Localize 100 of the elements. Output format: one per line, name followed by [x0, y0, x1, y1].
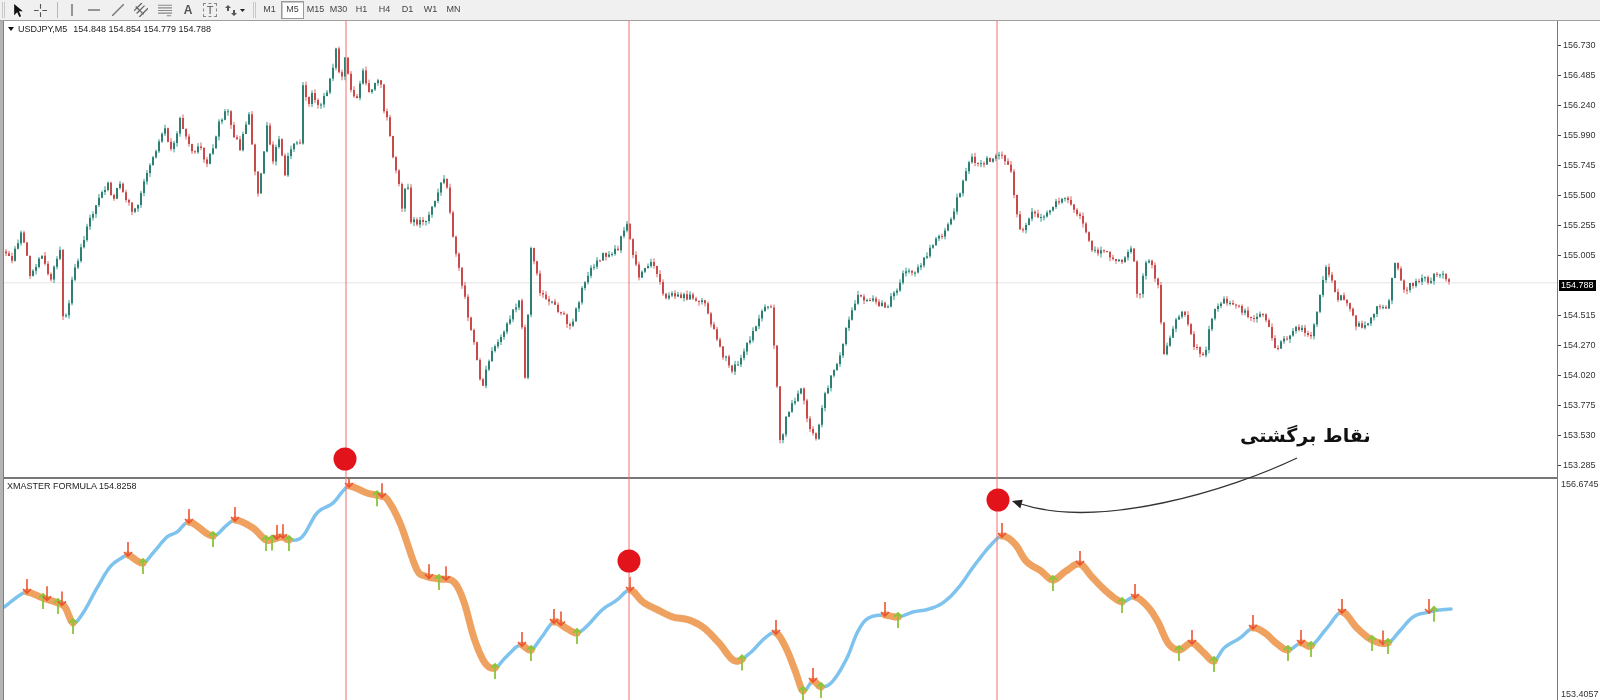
down-arrow-icon	[344, 479, 354, 489]
timeframe-tab[interactable]: D1	[396, 1, 419, 19]
down-arrow-icon	[1296, 629, 1306, 646]
price-label: 154.270	[1563, 339, 1596, 351]
down-arrow-icon	[230, 506, 240, 523]
up-arrow-icon	[434, 573, 444, 591]
stacked-lines-icon	[158, 3, 172, 17]
up-arrow-icon	[38, 592, 48, 610]
timeframe-tab[interactable]: H1	[350, 1, 373, 19]
down-arrow-icon	[441, 565, 451, 582]
axis-tick	[1558, 254, 1561, 256]
axis-tick	[1558, 104, 1561, 106]
down-arrow-icon	[278, 523, 288, 540]
timeframe-tab[interactable]: W1	[419, 1, 442, 19]
cursor-icon	[13, 3, 23, 17]
up-arrow-icon	[1117, 596, 1127, 614]
timeframe-tab[interactable]: MN	[442, 1, 465, 19]
down-arrow-icon	[377, 482, 387, 499]
diagonal-line-icon	[112, 4, 124, 16]
current-price-label: 154.788	[1559, 279, 1596, 291]
down-arrow-icon	[771, 619, 781, 636]
up-arrow-icon	[261, 534, 271, 552]
down-arrow-icon	[880, 601, 890, 618]
annotation-label: نقاط برگشتی	[1240, 423, 1371, 448]
indicator-scale-label: 153.4057	[1561, 689, 1600, 700]
timeframe-tab[interactable]: M5	[281, 1, 304, 19]
price-label: 155.745	[1563, 159, 1596, 171]
up-arrow-icon	[372, 489, 382, 508]
up-arrow-icon	[1383, 637, 1393, 655]
dot-marker-icon	[617, 549, 641, 573]
timeframe-tab[interactable]: M15	[304, 1, 327, 19]
down-arrow-icon	[1248, 614, 1258, 631]
down-arrow-icon	[556, 610, 566, 627]
down-arrow-icon	[1130, 583, 1140, 600]
price-label: 153.530	[1563, 429, 1596, 441]
up-arrow-icon	[893, 611, 903, 629]
downtrend-segment	[881, 611, 902, 621]
up-arrow-icon	[53, 597, 63, 615]
axis-tick	[1558, 224, 1561, 226]
down-arrow-icon	[997, 522, 1007, 539]
down-arrow-icon	[549, 608, 559, 625]
up-arrow-icon	[208, 530, 218, 548]
downtrend-segment	[772, 629, 807, 695]
price-label: 156.730	[1563, 39, 1596, 51]
axis-tick	[1558, 194, 1561, 196]
symbol-title: USDJPY,M5	[18, 23, 68, 35]
price-label: 155.255	[1563, 219, 1596, 231]
price-label: 154.020	[1563, 369, 1596, 381]
axis-tick	[1558, 404, 1561, 406]
down-arrow-icon	[272, 524, 282, 541]
down-arrow-icon	[1378, 629, 1388, 646]
up-arrow-icon	[1367, 634, 1377, 652]
crosshair-icon	[33, 3, 47, 17]
up-arrow-icon	[267, 534, 277, 552]
up-arrow-icon	[284, 534, 294, 552]
axis-tick	[1558, 74, 1561, 76]
dot-marker-icon	[986, 488, 1010, 512]
downtrend-segment	[231, 516, 293, 544]
label-tool-button[interactable]: T	[203, 3, 217, 17]
downtrend-segment	[124, 551, 147, 567]
timeframe-tab[interactable]: H4	[373, 1, 396, 19]
downtrend-segment	[23, 588, 77, 627]
indicator-scale-label: 156.6745	[1561, 479, 1600, 490]
up-arrow-icon	[68, 617, 78, 635]
down-arrow-icon	[123, 541, 133, 558]
down-arrow-icon	[517, 631, 527, 648]
price-label: 154.515	[1563, 309, 1596, 321]
downtrend-segment	[518, 641, 535, 654]
down-arrow-icon	[42, 585, 52, 602]
down-arrow-icon	[625, 576, 635, 593]
axis-tick	[1558, 44, 1561, 46]
axis-tick	[1558, 374, 1561, 376]
downtrend-segment	[1249, 624, 1292, 654]
up-arrow-icon	[737, 654, 747, 672]
up-arrow-icon	[1283, 644, 1293, 662]
price-label: 153.285	[1563, 459, 1596, 471]
caret-icon[interactable]	[8, 27, 14, 31]
down-arrow-icon	[1424, 598, 1434, 615]
dot-marker-icon	[333, 447, 357, 471]
up-arrow-icon	[798, 685, 808, 700]
timeframe-tab[interactable]: M30	[327, 1, 350, 19]
up-arrow-icon	[816, 681, 826, 699]
downtrend-segment	[809, 677, 825, 691]
up-arrow-icon	[1306, 640, 1316, 658]
down-arrow-icon	[184, 508, 194, 525]
price-label: 155.005	[1563, 249, 1596, 261]
vertical-line-icon	[71, 4, 73, 16]
downtrend-segment	[1297, 639, 1315, 650]
price-label: 153.775	[1563, 399, 1596, 411]
up-arrow-icon	[526, 644, 536, 662]
price-label: 156.485	[1563, 69, 1596, 81]
down-arrow-icon	[22, 578, 32, 595]
axis-tick	[1558, 314, 1561, 316]
ohlc-values: 154.848 154.854 154.779 154.788	[73, 23, 211, 35]
arrows-icon	[225, 4, 237, 16]
up-arrow-icon	[1429, 605, 1439, 623]
timeframe-tab[interactable]: M1	[258, 1, 281, 19]
text-tool-button[interactable]: A	[179, 1, 197, 19]
down-arrow-icon	[1337, 598, 1347, 615]
down-arrow-icon	[1075, 550, 1085, 567]
